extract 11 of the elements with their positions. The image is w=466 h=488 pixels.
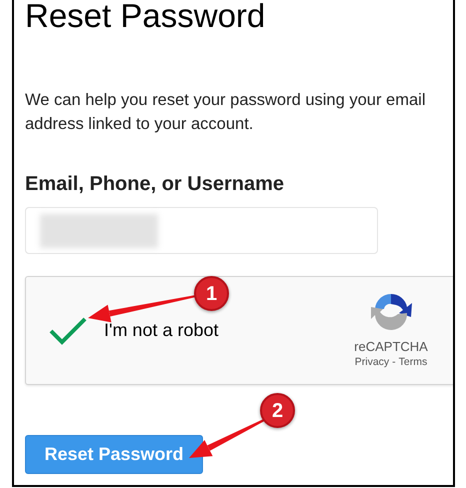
recaptcha-logo-icon [369,291,413,331]
privacy-link[interactable]: Privacy [354,355,390,369]
terms-link[interactable]: Terms [398,355,428,369]
page-title: Reset Password [25,0,266,34]
check-icon[interactable] [48,316,88,346]
recaptcha-brand: reCAPTCHA [354,339,428,355]
description: We can help you reset your password using your email address linked to your account. [25,90,426,135]
input-field[interactable] [25,207,378,254]
checkbox-label: I'm not a robot [104,319,218,342]
link-separator: - [392,355,396,369]
field-label: Email, Phone, or Username [25,172,284,197]
